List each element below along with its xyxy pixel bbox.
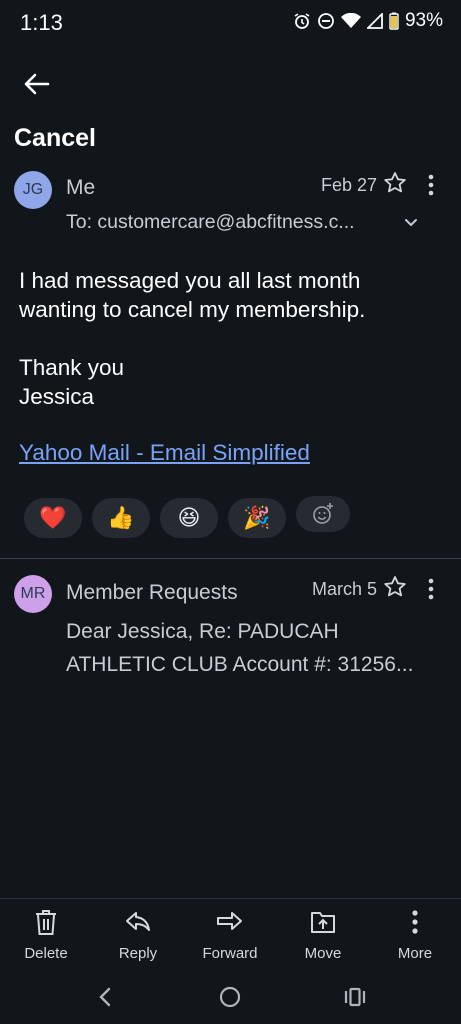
- kebab-icon: [428, 578, 434, 600]
- nav-home-icon: [219, 986, 241, 1008]
- reaction-bar: ❤️ 👍 😆 🎉: [24, 496, 350, 538]
- reaction-party[interactable]: 🎉: [228, 498, 286, 538]
- reply-icon: [126, 912, 150, 931]
- signature-link[interactable]: Yahoo Mail - Email Simplified: [19, 440, 310, 466]
- back-arrow-icon: [24, 73, 50, 95]
- body-line: wanting to cancel my membership.: [19, 297, 366, 322]
- star-icon: [384, 576, 406, 597]
- body-line: I had messaged you all last month: [19, 268, 361, 293]
- alarm-icon: [293, 12, 311, 30]
- recipient-line: To: customercare@abcfitness.c...: [66, 211, 355, 233]
- signal-icon: [366, 13, 383, 29]
- battery-percent: 93%: [404, 10, 443, 31]
- chevron-down-icon[interactable]: [401, 212, 421, 232]
- reaction-thumbs-up[interactable]: 👍: [92, 498, 150, 538]
- dnd-icon: [317, 12, 335, 30]
- message-date: Feb 27: [320, 175, 377, 195]
- email-subject: Cancel: [14, 124, 96, 152]
- status-time: 1:13: [20, 10, 63, 35]
- more-label: More: [397, 945, 433, 962]
- snippet-line: ATHLETIC CLUB Account #: 31256...: [66, 653, 414, 676]
- snippet-line: Dear Jessica, Re: PADUCAH: [66, 620, 339, 643]
- message-body: I had messaged you all last month wantin…: [19, 266, 439, 411]
- system-nav-bar: [0, 970, 461, 1024]
- delete-label: Delete: [24, 945, 68, 962]
- sender-name: Member Requests: [66, 581, 238, 604]
- more-options-button[interactable]: [419, 575, 443, 603]
- body-line: Jessica: [19, 384, 95, 409]
- forward-button[interactable]: Forward: [190, 907, 270, 962]
- move-folder-icon: [311, 912, 335, 933]
- nav-recents-button[interactable]: [340, 982, 370, 1012]
- reaction-heart[interactable]: ❤️: [24, 498, 82, 538]
- forward-arrow-icon: [217, 912, 242, 930]
- reply-label: Reply: [118, 945, 158, 962]
- reply-button[interactable]: Reply: [98, 907, 178, 962]
- more-button[interactable]: More: [375, 907, 455, 962]
- add-emoji-icon: [313, 503, 333, 524]
- message-snippet: Dear Jessica, Re: PADUCAH ATHLETIC CLUB …: [66, 615, 436, 681]
- action-bar: Delete Reply Forward Move More: [0, 898, 461, 970]
- sender-name: Me: [66, 176, 96, 199]
- battery-icon: [389, 12, 399, 30]
- divider: [0, 558, 461, 559]
- collapsed-message[interactable]: MR Member Requests March 5 Dear Jessica,…: [0, 570, 461, 680]
- reaction-laughing[interactable]: 😆: [160, 498, 218, 538]
- more-vertical-icon: [412, 910, 418, 934]
- body-line: Thank you: [19, 355, 125, 380]
- star-icon: [384, 172, 406, 193]
- wifi-icon: [340, 13, 361, 29]
- nav-home-button[interactable]: [215, 982, 245, 1012]
- message-date: March 5: [311, 579, 377, 599]
- nav-recents-icon: [344, 987, 366, 1007]
- add-reaction-button[interactable]: [296, 496, 350, 532]
- trash-icon: [36, 910, 56, 935]
- back-button[interactable]: [18, 66, 54, 102]
- forward-label: Forward: [202, 945, 258, 962]
- nav-back-button[interactable]: [90, 982, 120, 1012]
- move-button[interactable]: Move: [283, 907, 363, 962]
- star-button[interactable]: [381, 169, 409, 197]
- move-label: Move: [304, 945, 342, 962]
- avatar: MR: [14, 575, 52, 613]
- nav-back-icon: [99, 987, 111, 1007]
- avatar: JG: [14, 171, 52, 209]
- more-options-button[interactable]: [419, 171, 443, 199]
- message-header[interactable]: JG Me Feb 27 To: customercare@abcfitness…: [0, 166, 461, 246]
- delete-button[interactable]: Delete: [6, 907, 86, 962]
- star-button[interactable]: [381, 573, 409, 601]
- status-bar: 1:13 93%: [0, 0, 461, 46]
- kebab-icon: [428, 174, 434, 196]
